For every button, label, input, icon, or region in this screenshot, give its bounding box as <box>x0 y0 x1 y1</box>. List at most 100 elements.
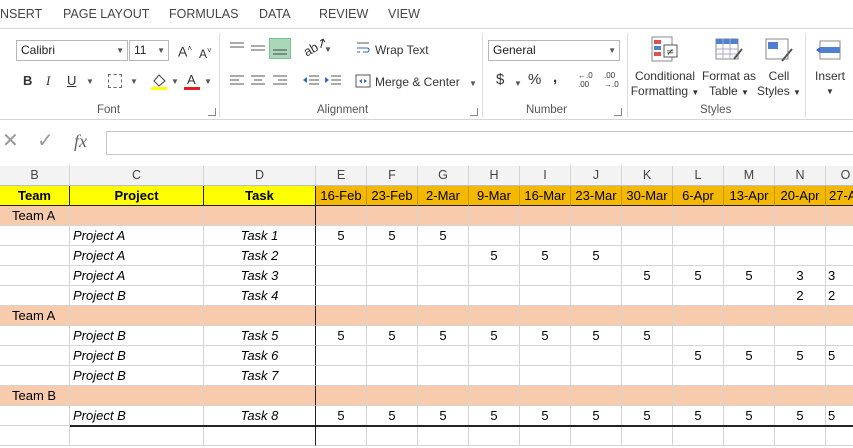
value-cell[interactable] <box>775 246 826 266</box>
team-row-cell[interactable] <box>469 306 520 326</box>
value-cell[interactable]: 5 <box>673 266 724 286</box>
empty-cell[interactable] <box>775 426 826 446</box>
tab-insert[interactable]: NSERT <box>0 7 42 21</box>
team-row-cell[interactable] <box>775 386 826 406</box>
task-cell[interactable]: Task 1 <box>204 226 316 246</box>
value-cell[interactable]: 5 <box>826 346 853 366</box>
value-cell[interactable]: 5 <box>367 406 418 426</box>
empty-cell[interactable] <box>673 426 724 446</box>
team-row-cell[interactable] <box>316 206 367 226</box>
value-cell[interactable]: 5 <box>775 346 826 366</box>
empty-cell[interactable] <box>204 426 316 446</box>
value-cell[interactable]: 5 <box>724 406 775 426</box>
project-cell[interactable]: Project B <box>70 366 204 386</box>
team-cell[interactable]: Team A <box>0 306 70 326</box>
team-row-cell[interactable] <box>673 386 724 406</box>
task-cell[interactable]: Task 4 <box>204 286 316 306</box>
font-name-combo[interactable]: Calibri ▼ <box>16 40 128 61</box>
value-cell[interactable]: 5 <box>418 406 469 426</box>
value-cell[interactable] <box>673 286 724 306</box>
team-row-cell[interactable] <box>571 206 622 226</box>
value-cell[interactable]: 5 <box>367 326 418 346</box>
task-cell[interactable]: Task 3 <box>204 266 316 286</box>
team-row-cell[interactable] <box>571 386 622 406</box>
value-cell[interactable] <box>673 326 724 346</box>
value-cell[interactable] <box>826 366 853 386</box>
tab-page-layout[interactable]: PAGE LAYOUT <box>63 7 149 21</box>
empty-cell[interactable] <box>724 426 775 446</box>
team-row-cell[interactable] <box>622 206 673 226</box>
team-blank-cell[interactable] <box>0 366 70 386</box>
empty-cell[interactable] <box>70 426 204 446</box>
value-cell[interactable] <box>367 266 418 286</box>
value-cell[interactable] <box>724 326 775 346</box>
value-cell[interactable]: 5 <box>826 406 853 426</box>
task-cell[interactable]: Task 7 <box>204 366 316 386</box>
team-row-cell[interactable] <box>469 386 520 406</box>
task-cell[interactable]: Task 6 <box>204 346 316 366</box>
team-row-cell[interactable] <box>571 306 622 326</box>
team-row-cell[interactable] <box>469 206 520 226</box>
column-header-c[interactable]: C <box>70 166 204 186</box>
percent-button[interactable]: % <box>528 72 541 87</box>
project-cell[interactable]: Project B <box>70 346 204 366</box>
tab-view[interactable]: VIEW <box>388 7 420 21</box>
value-cell[interactable] <box>724 226 775 246</box>
team-blank-cell[interactable] <box>0 226 70 246</box>
value-cell[interactable] <box>469 226 520 246</box>
team-row-cell[interactable] <box>775 206 826 226</box>
value-cell[interactable] <box>826 246 853 266</box>
value-cell[interactable] <box>418 266 469 286</box>
align-right-icon[interactable] <box>271 73 289 89</box>
team-row-cell[interactable] <box>204 306 316 326</box>
column-header-e[interactable]: E <box>316 166 367 186</box>
value-cell[interactable] <box>571 266 622 286</box>
chevron-down-icon[interactable]: ▼ <box>86 75 94 89</box>
font-size-combo[interactable]: 11 ▼ <box>129 40 169 61</box>
team-cell[interactable]: Team A <box>0 206 70 226</box>
formula-input[interactable] <box>106 131 853 155</box>
team-row-cell[interactable] <box>622 386 673 406</box>
header-team-cell[interactable]: Team <box>0 186 70 206</box>
value-cell[interactable] <box>724 286 775 306</box>
task-cell[interactable]: Task 8 <box>204 406 316 426</box>
value-cell[interactable]: 3 <box>826 266 853 286</box>
team-blank-cell[interactable] <box>0 286 70 306</box>
value-cell[interactable] <box>622 226 673 246</box>
team-row-cell[interactable] <box>204 206 316 226</box>
value-cell[interactable] <box>520 346 571 366</box>
empty-cell[interactable] <box>826 426 853 446</box>
team-row-cell[interactable] <box>316 306 367 326</box>
team-row-cell[interactable] <box>418 206 469 226</box>
value-cell[interactable] <box>826 326 853 346</box>
value-cell[interactable]: 5 <box>469 246 520 266</box>
chevron-down-icon[interactable]: ▼ <box>204 75 212 89</box>
team-blank-cell[interactable] <box>0 326 70 346</box>
week-header-cell[interactable]: 20-Apr <box>775 186 826 206</box>
value-cell[interactable] <box>520 286 571 306</box>
project-cell[interactable]: Project B <box>70 406 204 426</box>
value-cell[interactable] <box>571 226 622 246</box>
value-cell[interactable] <box>673 246 724 266</box>
empty-cell[interactable] <box>622 426 673 446</box>
column-header-h[interactable]: H <box>469 166 520 186</box>
value-cell[interactable] <box>622 286 673 306</box>
value-cell[interactable] <box>520 266 571 286</box>
value-cell[interactable] <box>673 226 724 246</box>
value-cell[interactable]: 5 <box>316 326 367 346</box>
align-middle-icon[interactable] <box>249 40 267 56</box>
column-header-m[interactable]: M <box>724 166 775 186</box>
insert-button[interactable]: Insert ▼ <box>812 69 848 99</box>
team-row-cell[interactable] <box>520 206 571 226</box>
value-cell[interactable]: 5 <box>673 406 724 426</box>
empty-cell[interactable] <box>0 426 70 446</box>
shrink-font-icon[interactable]: A˅ <box>199 44 212 61</box>
value-cell[interactable]: 5 <box>622 326 673 346</box>
column-header-b[interactable]: B <box>0 166 70 186</box>
empty-cell[interactable] <box>571 426 622 446</box>
chevron-down-icon[interactable]: ▼ <box>171 75 179 89</box>
team-row-cell[interactable] <box>724 206 775 226</box>
merge-center-button[interactable]: Merge & Center <box>375 75 460 89</box>
align-bottom-button[interactable] <box>269 38 291 59</box>
value-cell[interactable]: 5 <box>520 406 571 426</box>
